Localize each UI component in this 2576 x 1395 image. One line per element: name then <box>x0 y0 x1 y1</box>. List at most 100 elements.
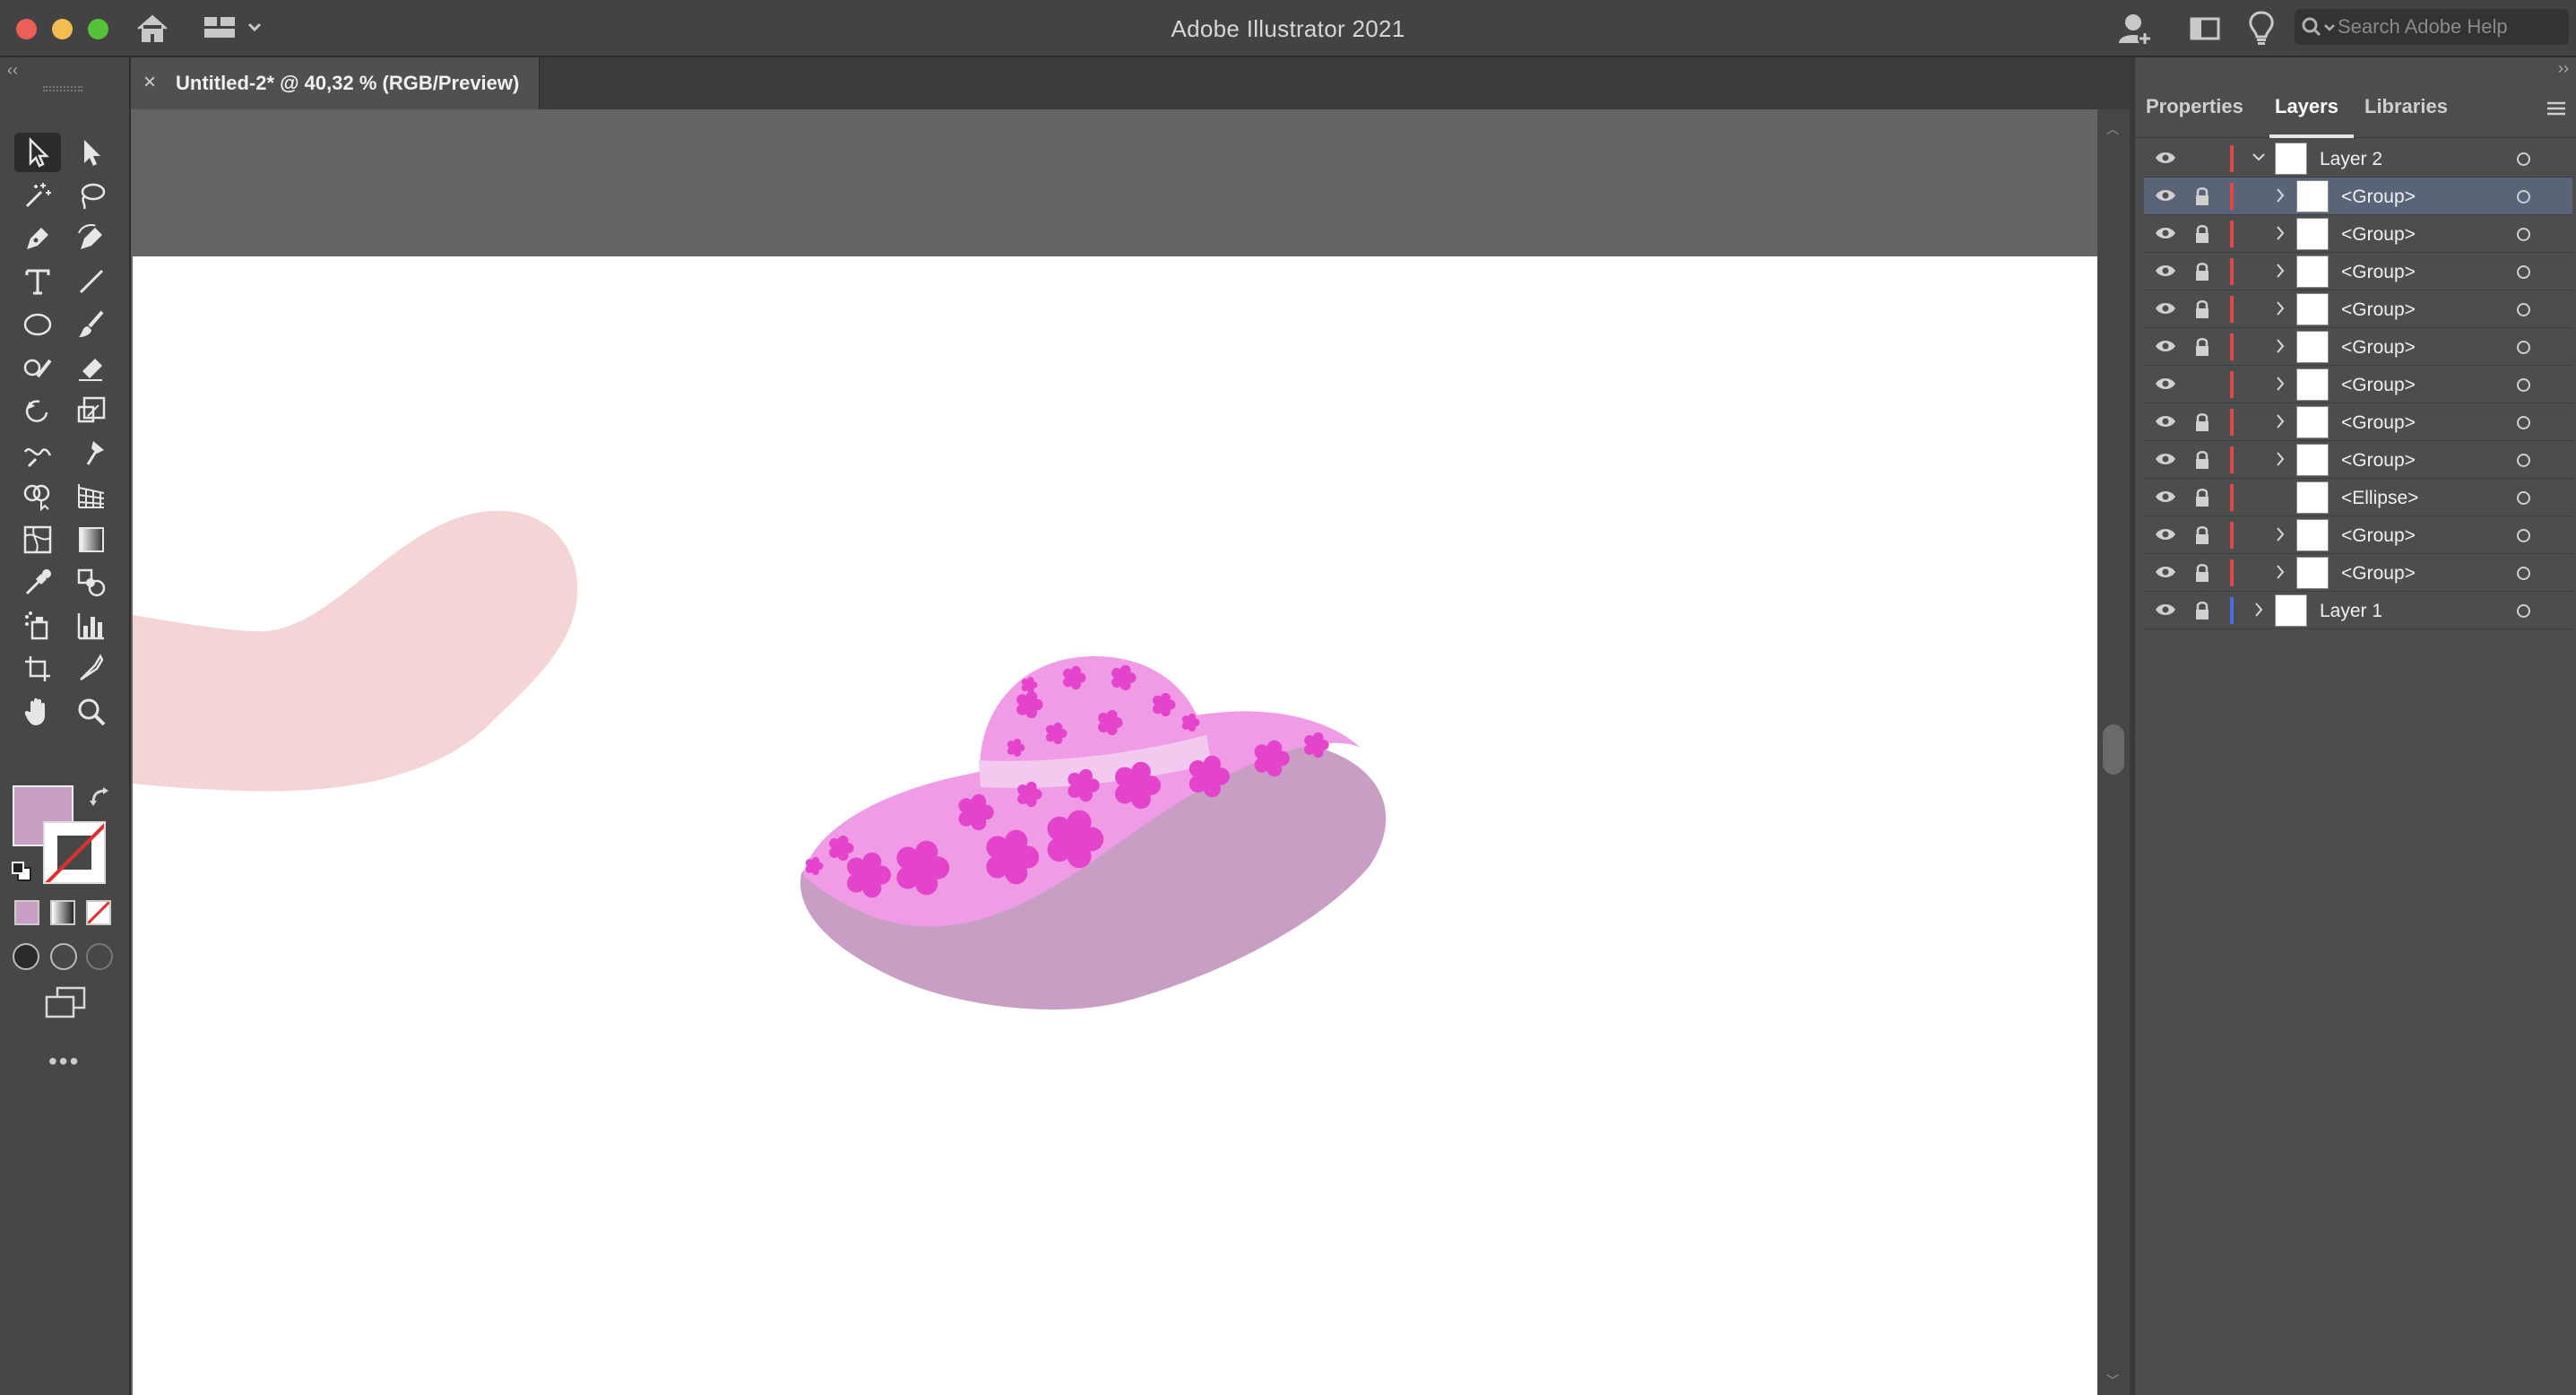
chevron-right-icon[interactable] <box>2273 412 2287 430</box>
chevron-right-icon[interactable] <box>2273 337 2287 355</box>
layer-row[interactable]: Layer 1 <box>2144 592 2572 629</box>
visibility-eye-icon[interactable] <box>2155 602 2176 617</box>
lock-icon[interactable] <box>2194 299 2210 319</box>
stroke-color-swatch[interactable] <box>43 821 106 884</box>
target-circle-icon[interactable] <box>2517 190 2530 204</box>
pen-tool[interactable] <box>14 219 61 258</box>
canvas-area[interactable] <box>131 109 2097 1395</box>
scale-tool[interactable] <box>68 391 115 430</box>
arrange-documents-icon[interactable] <box>2189 13 2221 45</box>
collapse-panel-icon[interactable]: ›› <box>2558 59 2569 78</box>
target-circle-icon[interactable] <box>2517 228 2530 241</box>
column-graph-tool[interactable] <box>68 606 115 646</box>
visibility-eye-icon[interactable] <box>2155 414 2176 429</box>
visibility-eye-icon[interactable] <box>2155 452 2176 466</box>
visibility-eye-icon[interactable] <box>2155 490 2176 504</box>
visibility-eye-icon[interactable] <box>2155 264 2176 278</box>
eyedropper-tool[interactable] <box>14 563 61 602</box>
paintbrush-tool[interactable] <box>68 305 115 344</box>
vertical-scroll-thumb[interactable] <box>2103 724 2124 775</box>
change-screen-mode-icon[interactable] <box>45 986 86 1018</box>
chevron-down-icon[interactable] <box>2252 149 2266 167</box>
type-tool[interactable] <box>14 262 61 301</box>
curvature-tool[interactable] <box>68 219 115 258</box>
tab-properties[interactable]: Properties <box>2146 95 2243 118</box>
visibility-eye-icon[interactable] <box>2155 377 2176 391</box>
ellipse-tool[interactable] <box>14 305 61 344</box>
panel-menu-icon[interactable] <box>2546 93 2567 118</box>
chevron-right-icon[interactable] <box>2252 601 2266 619</box>
target-circle-icon[interactable] <box>2517 303 2530 316</box>
chevron-right-icon[interactable] <box>2273 563 2287 581</box>
visibility-eye-icon[interactable] <box>2155 151 2176 165</box>
pink-curved-shape[interactable] <box>133 510 578 792</box>
chevron-right-icon[interactable] <box>2273 299 2287 317</box>
lock-icon[interactable] <box>2194 337 2210 357</box>
lock-icon[interactable] <box>2194 412 2210 432</box>
chevron-right-icon[interactable] <box>2273 525 2287 543</box>
chevron-right-icon[interactable] <box>2273 450 2287 468</box>
layer-row[interactable]: <Group> <box>2144 253 2572 290</box>
chevron-right-icon[interactable] <box>2273 375 2287 393</box>
mesh-tool[interactable] <box>14 520 61 559</box>
visibility-eye-icon[interactable] <box>2155 565 2176 579</box>
tab-layers[interactable]: Layers <box>2275 95 2338 118</box>
target-circle-icon[interactable] <box>2517 416 2530 429</box>
draw-behind-button[interactable] <box>50 943 77 970</box>
layer-row[interactable]: <Group> <box>2144 366 2572 403</box>
lock-icon[interactable] <box>2194 488 2210 507</box>
document-tab[interactable]: × Untitled-2* @ 40,32 % (RGB/Preview) <box>131 57 540 109</box>
chevron-right-icon[interactable] <box>2273 262 2287 280</box>
draw-inside-button[interactable] <box>86 943 113 970</box>
draw-normal-button[interactable] <box>13 943 39 970</box>
puppet-warp-tool[interactable] <box>68 434 115 473</box>
lock-icon[interactable] <box>2194 563 2210 583</box>
lasso-tool[interactable] <box>68 176 115 215</box>
visibility-eye-icon[interactable] <box>2155 527 2176 542</box>
warp-tool[interactable] <box>14 434 61 473</box>
line-segment-tool[interactable] <box>68 262 115 301</box>
eraser-tool[interactable] <box>68 348 115 387</box>
layer-row[interactable]: <Group> <box>2144 215 2572 253</box>
vertical-scrollbar[interactable]: ︿ ﹀ <box>2097 109 2130 1395</box>
target-circle-icon[interactable] <box>2517 152 2530 166</box>
direct-selection-tool[interactable] <box>68 133 115 172</box>
user-add-icon[interactable] <box>2117 11 2153 47</box>
gradient-mode-button[interactable] <box>50 900 75 925</box>
toolbar-grip[interactable] <box>43 86 82 91</box>
visibility-eye-icon[interactable] <box>2155 226 2176 240</box>
gradient-tool[interactable] <box>68 520 115 559</box>
target-circle-icon[interactable] <box>2517 341 2530 354</box>
none-mode-button[interactable] <box>86 900 111 925</box>
lock-icon[interactable] <box>2194 186 2210 206</box>
visibility-eye-icon[interactable] <box>2155 339 2176 353</box>
shape-builder-tool[interactable] <box>14 477 61 516</box>
artboard-tool[interactable] <box>14 649 61 689</box>
lock-icon[interactable] <box>2194 450 2210 470</box>
lock-icon[interactable] <box>2194 525 2210 545</box>
tab-libraries[interactable]: Libraries <box>2364 95 2448 118</box>
zoom-tool[interactable] <box>68 692 115 732</box>
target-circle-icon[interactable] <box>2517 378 2530 392</box>
layer-row[interactable]: <Ellipse> <box>2144 479 2572 516</box>
artboard[interactable] <box>133 256 2097 1395</box>
layer-row[interactable]: <Group> <box>2144 290 2572 328</box>
target-circle-icon[interactable] <box>2517 567 2530 580</box>
target-circle-icon[interactable] <box>2517 604 2530 618</box>
layer-row[interactable]: <Group> <box>2144 516 2572 554</box>
lock-icon[interactable] <box>2194 224 2210 244</box>
discover-lightbulb-icon[interactable] <box>2246 10 2277 46</box>
lock-icon[interactable] <box>2194 262 2210 282</box>
close-document-icon[interactable]: × <box>143 70 156 95</box>
chevron-right-icon[interactable] <box>2273 186 2287 204</box>
swap-fill-stroke-icon[interactable] <box>88 785 113 810</box>
layer-row[interactable]: <Group> <box>2144 178 2572 215</box>
magic-wand-tool[interactable] <box>14 176 61 215</box>
rotate-tool[interactable] <box>14 391 61 430</box>
target-circle-icon[interactable] <box>2517 265 2530 279</box>
search-help-field[interactable] <box>2295 9 2569 45</box>
visibility-eye-icon[interactable] <box>2155 188 2176 203</box>
layer-row[interactable]: <Group> <box>2144 441 2572 479</box>
shaper-tool[interactable] <box>14 348 61 387</box>
slice-tool[interactable] <box>68 649 115 689</box>
